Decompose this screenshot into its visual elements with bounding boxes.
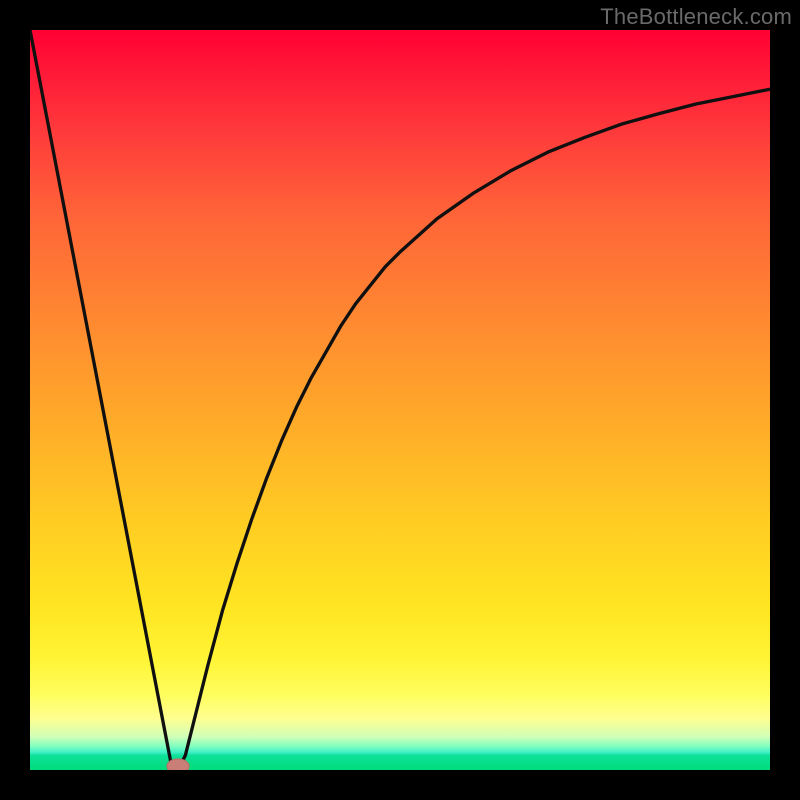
minimum-marker bbox=[167, 759, 189, 770]
chart-frame: TheBottleneck.com bbox=[0, 0, 800, 800]
curve-layer bbox=[30, 30, 770, 770]
bottleneck-curve bbox=[30, 30, 770, 770]
plot-area bbox=[30, 30, 770, 770]
watermark-text: TheBottleneck.com bbox=[600, 4, 792, 30]
